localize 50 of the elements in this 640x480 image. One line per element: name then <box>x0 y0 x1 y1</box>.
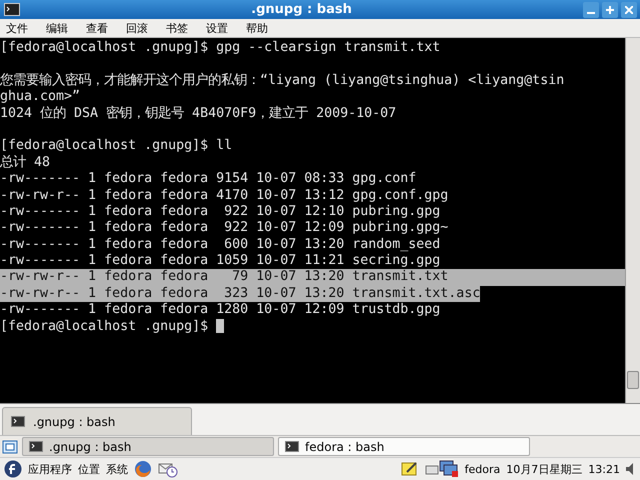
date-text[interactable]: 10月7日星期三 <box>506 462 582 476</box>
menu-item[interactable]: 设置 <box>204 20 236 36</box>
terminal-icon <box>29 441 43 452</box>
menu-item[interactable]: 回滚 <box>124 20 156 36</box>
close-button[interactable] <box>621 2 637 18</box>
minimize-button[interactable] <box>583 2 599 18</box>
terminal-line: -rw------- 1 fedora fedora 9154 10-07 08:33 gpg.conf <box>0 171 416 186</box>
terminal-line: [fedora@localhost .gnupg]$ <box>0 318 208 334</box>
terminal-line: -rw------- 1 fedora fedora 600 10-07 13:20 random_seed <box>0 236 440 252</box>
terminal-line: -rw-rw-r-- 1 fedora fedora 4170 10-07 13:12 gpg.conf.gpg <box>0 188 448 203</box>
terminal-line: 总计 48 <box>0 154 50 170</box>
terminal-line: -rw------- 1 fedora fedora 1059 10-07 11:21 secring.gpg <box>0 253 440 268</box>
terminal-icon <box>4 3 20 16</box>
desktop-icon[interactable] <box>2 438 18 454</box>
user-name[interactable]: fedora <box>464 462 500 476</box>
terminal-line: -rw------- 1 fedora fedora 922 10-07 12:09 pubring.gpg~ <box>0 220 448 236</box>
maximize-icon <box>606 6 614 14</box>
maximize-button[interactable] <box>602 2 618 18</box>
terminal-icon <box>285 441 299 452</box>
minimize-icon <box>587 12 595 14</box>
scrollbar[interactable] <box>625 38 640 403</box>
menu-item[interactable]: 文件 <box>4 20 36 36</box>
browser-icon[interactable] <box>134 460 152 478</box>
terminal-line: -rw------- 1 fedora fedora 1280 10-07 12:09 trustdb.gpg <box>0 302 440 318</box>
note-icon[interactable] <box>400 461 419 477</box>
window-title: .gnupg : bash <box>250 2 353 17</box>
menu-item[interactable]: 编辑 <box>44 20 76 36</box>
network-icon[interactable] <box>424 460 459 478</box>
terminal-line: 您需要输入密码，才能解开这个用户的私钥：“liyang (liyang@tsinghua) <liyang@tsin <box>0 72 564 88</box>
terminal-line: 1024 位的 DSA 密钥，钥匙号 4B4070F9，建立于 2009-10-07 <box>0 106 396 121</box>
terminal-line: -rw-rw-r-- 1 fedora fedora 323 10-07 13:20 transmit.txt.asc <box>0 286 480 301</box>
speaker-icon[interactable] <box>626 462 636 476</box>
close-icon <box>625 6 633 14</box>
terminal-icon <box>11 416 25 427</box>
terminal-line: ghua.com>” <box>0 89 80 104</box>
fedora-logo-icon[interactable] <box>4 460 22 478</box>
terminal-line: -rw------- 1 fedora fedora 922 10-07 12:10 pubring.gpg <box>0 204 440 219</box>
panel-menu[interactable]: 位置 <box>78 462 100 476</box>
panel-menu[interactable]: 系统 <box>106 462 128 476</box>
taskbar-button[interactable]: .gnupg : bash <box>22 437 274 456</box>
terminal-line: [fedora@localhost .gnupg]$ ll <box>0 138 232 154</box>
menu-item[interactable]: 查看 <box>84 20 116 36</box>
terminal-tab[interactable]: .gnupg : bash <box>2 407 192 435</box>
panel-menu[interactable]: 应用程序 <box>28 462 72 476</box>
menu-item[interactable]: 帮助 <box>244 20 276 36</box>
clock-text[interactable]: 13:21 <box>588 462 620 476</box>
terminal-line: -rw-rw-r-- 1 fedora fedora 79 10-07 13:20 transmit.txt <box>0 269 448 284</box>
terminal-line: [fedora@localhost .gnupg]$ gpg --clearsign transmit.txt <box>0 40 440 55</box>
taskbar-button[interactable]: fedora : bash <box>278 437 530 456</box>
menu-item[interactable]: 书签 <box>164 20 196 36</box>
